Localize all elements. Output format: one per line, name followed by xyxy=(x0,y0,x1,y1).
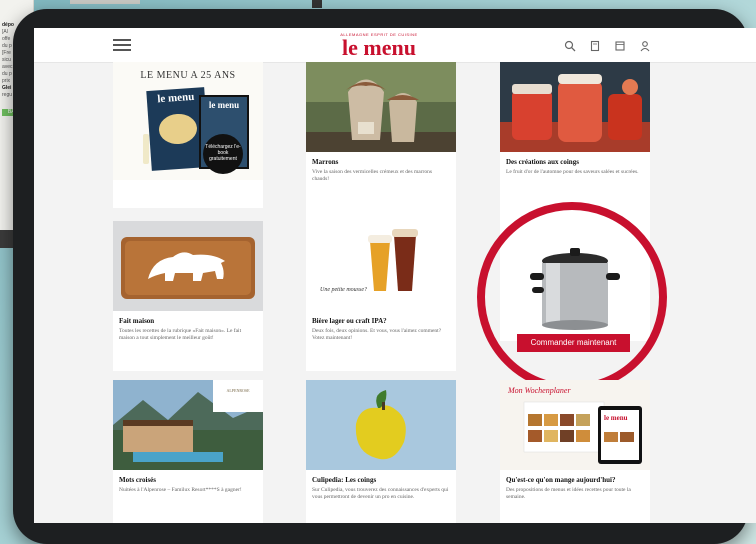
card-title: Fait maison xyxy=(119,317,155,325)
planner-logo: le menu xyxy=(604,414,628,422)
card-coings[interactable]: Des créations aux coings Le fruit d'or d… xyxy=(500,62,650,222)
card-marrons[interactable]: Marrons Vive la saison des vermicelles c… xyxy=(306,62,456,222)
card-title: Mots croisés xyxy=(119,476,156,484)
card-image xyxy=(306,62,456,152)
pot-image xyxy=(500,221,650,341)
card-description: Des propositions de menus et idées recet… xyxy=(506,487,631,500)
card-culipedia[interactable]: Culipedia: Les coings Sur Culipedia, vou… xyxy=(306,380,456,523)
background-mark xyxy=(312,0,322,8)
cart-icon[interactable] xyxy=(614,39,626,51)
card-mots-croises[interactable]: ALPENROSE Mots croisés Nuitées à l'Alpen… xyxy=(113,380,263,523)
site-header: ALLEMAGNE ESPRIT DE CUISINE le menu xyxy=(34,28,756,63)
search-icon[interactable] xyxy=(564,39,576,52)
planner-title: Mon Wochenplaner xyxy=(508,386,571,395)
card-title: Qu'est-ce qu'on mange aujourd'hui? xyxy=(506,476,616,484)
card-title: Marrons xyxy=(312,158,339,166)
card-description: Sur Culipedia, vous trouverez des connai… xyxy=(312,487,449,500)
card-image xyxy=(113,221,263,311)
promo-card[interactable] xyxy=(500,221,650,351)
pasta-image xyxy=(157,112,199,146)
card-title: Des créations aux coings xyxy=(506,158,579,166)
user-icon[interactable] xyxy=(639,39,651,52)
card-description: Nuitées à l'Alpenrose – Familux Resort**… xyxy=(119,487,242,493)
card-image: Une petite mousse? xyxy=(306,221,456,311)
card-biere[interactable]: Une petite mousse? Bière lager ou craft … xyxy=(306,221,456,371)
card-menu-jour[interactable]: Mon Wochenplaner le menu Qu'est-ce qu'on… xyxy=(500,380,650,523)
download-sticker: Téléchargez l'e-book gratuitement xyxy=(203,134,243,174)
menu-icon[interactable] xyxy=(113,39,131,51)
card-image: ALPENROSE xyxy=(113,380,263,470)
magazine-title: le menu xyxy=(156,90,195,106)
handwritten-note: Une petite mousse? xyxy=(320,287,367,293)
logo-text: le menu xyxy=(342,35,416,60)
card-title: Culipedia: Les coings xyxy=(312,476,377,484)
wine-glass xyxy=(143,134,149,164)
card-title: Bière lager ou craft IPA? xyxy=(312,317,387,325)
tablet-cover-title: le menu xyxy=(208,100,240,110)
site-logo[interactable]: ALLEMAGNE ESPRIT DE CUISINE le menu xyxy=(336,32,422,59)
card-description: Vive la saison des vermicelles crémeux e… xyxy=(312,169,433,182)
hotel-logo: ALPENROSE xyxy=(226,388,250,393)
card-description: Le fruit d'or de l'automne pour des save… xyxy=(506,169,639,175)
card-anniversary[interactable]: LE MENU A 25 ANS le menu le menu Télécha… xyxy=(113,62,263,208)
card-image: Mon Wochenplaner le menu xyxy=(500,380,650,470)
tablet-screen: ALLEMAGNE ESPRIT DE CUISINE le menu LE M… xyxy=(34,28,756,523)
card-image: LE MENU A 25 ANS le menu le menu Télécha… xyxy=(113,62,263,180)
card-description: Toutes les recettes de la rubrique «Fait… xyxy=(119,328,242,341)
card-image xyxy=(306,380,456,470)
bookmark-icon[interactable] xyxy=(589,39,601,52)
card-description: Deux fois, deux opinions. Et vous, vous … xyxy=(312,328,442,341)
card-fait-maison[interactable]: Fait maison Toutes les recettes de la ru… xyxy=(113,221,263,371)
card-image xyxy=(500,62,650,152)
anniversary-banner: LE MENU A 25 ANS xyxy=(140,70,236,81)
background-mark xyxy=(70,0,140,4)
order-now-button[interactable]: Commander maintenant xyxy=(517,334,630,352)
